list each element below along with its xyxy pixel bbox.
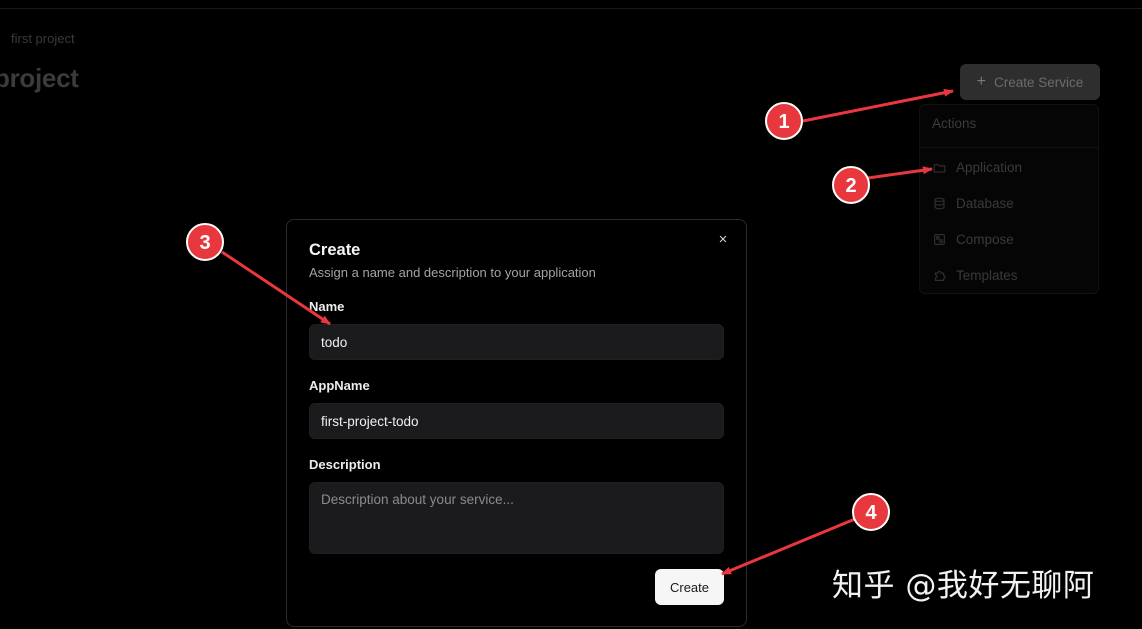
- menu-divider: [920, 147, 1098, 148]
- annotation-marker-3: 3: [186, 223, 224, 261]
- annotation-number: 1: [778, 111, 789, 133]
- dialog-title: Create: [309, 241, 361, 259]
- folder-icon: [932, 160, 946, 174]
- description-label: Description: [309, 457, 381, 472]
- annotation-marker-1: 1: [765, 102, 803, 140]
- menu-item-templates[interactable]: Templates: [932, 265, 1018, 285]
- database-icon: [932, 196, 946, 210]
- puzzle-icon: [932, 268, 946, 282]
- compose-icon: [932, 232, 946, 246]
- top-divider: [0, 0, 1142, 9]
- appname-input[interactable]: [309, 403, 724, 439]
- annotation-marker-2: 2: [832, 166, 870, 204]
- menu-item-application[interactable]: Application: [932, 157, 1022, 177]
- create-service-label: Create Service: [994, 74, 1084, 90]
- menu-item-label: Database: [956, 195, 1014, 211]
- close-icon[interactable]: ×: [716, 232, 730, 247]
- annotation-number: 3: [199, 232, 210, 254]
- actions-menu-title: Actions: [932, 116, 977, 131]
- annotation-marker-4: 4: [852, 493, 890, 531]
- menu-item-label: Compose: [956, 231, 1014, 247]
- dialog-description: Assign a name and description to your ap…: [309, 265, 596, 280]
- name-input[interactable]: [309, 324, 724, 360]
- menu-item-label: Templates: [956, 267, 1018, 283]
- watermark: 知乎 @我好无聊阿: [832, 568, 1095, 604]
- actions-menu: Actions Application Database Compose Tem…: [919, 104, 1099, 294]
- create-button[interactable]: Create: [655, 569, 724, 605]
- plus-icon: +: [976, 73, 987, 90]
- menu-item-label: Application: [956, 159, 1023, 175]
- app-screen: first project project + Create Service A…: [0, 0, 1142, 629]
- create-service-button[interactable]: + Create Service: [960, 64, 1100, 100]
- annotation-number: 2: [845, 175, 856, 197]
- menu-item-database[interactable]: Database: [932, 193, 1014, 213]
- create-service-dialog: × Create Assign a name and description t…: [286, 219, 747, 627]
- menu-item-compose[interactable]: Compose: [932, 229, 1014, 249]
- appname-label: AppName: [309, 378, 370, 393]
- description-textarea[interactable]: [309, 482, 724, 554]
- page-title: project: [0, 63, 79, 93]
- name-label: Name: [309, 299, 345, 314]
- annotation-number: 4: [865, 502, 877, 524]
- breadcrumb[interactable]: first project: [11, 31, 75, 46]
